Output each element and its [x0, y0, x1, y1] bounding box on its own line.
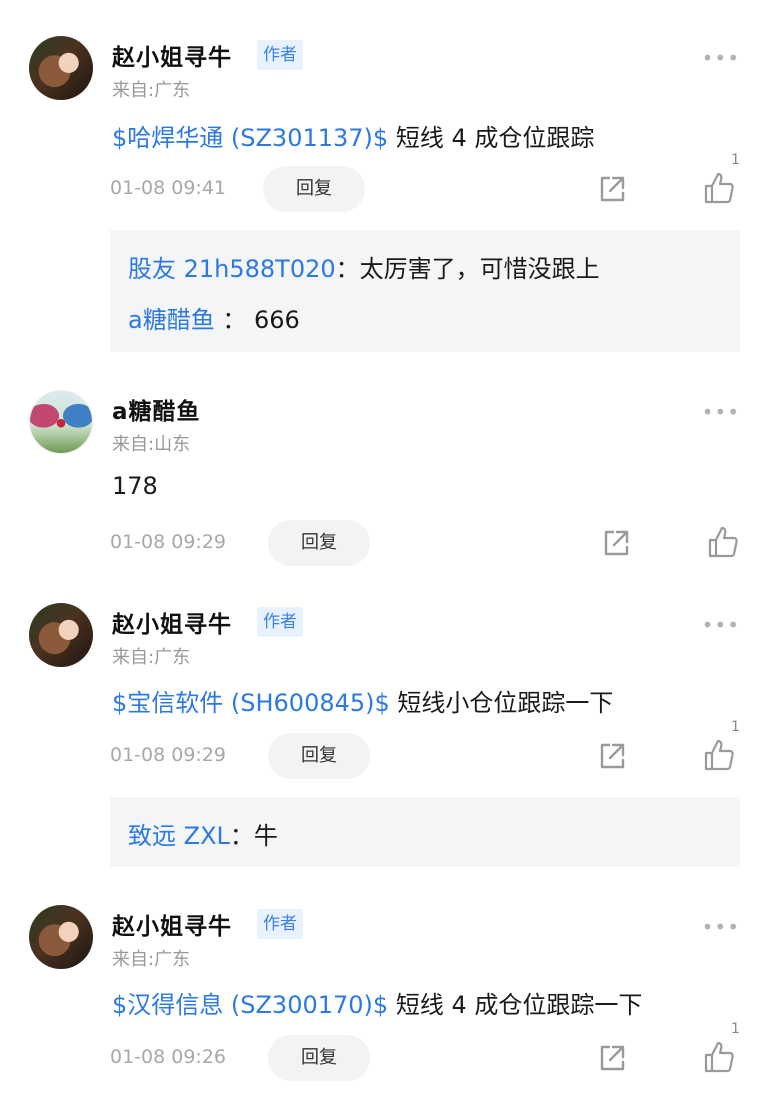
- username[interactable]: 赵小姐寻牛: [112, 907, 232, 941]
- location-text: 来自:广东: [112, 647, 191, 668]
- thumbs-up-icon[interactable]: [707, 525, 739, 559]
- author-badge: 作者: [257, 607, 303, 637]
- reply-text: 牛: [253, 822, 278, 850]
- share-icon[interactable]: [596, 173, 628, 205]
- author-badge: 作者: [257, 40, 303, 70]
- reply-item[interactable]: 股友 21h588T020：太厉害了，可惜没跟上: [128, 249, 600, 284]
- thumbs-up-icon[interactable]: [703, 1040, 735, 1074]
- comment-card: a糖醋鱼 来自:山东 ••• 178 01-08 09:29 回复: [0, 390, 768, 580]
- stock-link[interactable]: $宝信软件 (SH600845)$: [112, 689, 390, 717]
- more-icon[interactable]: •••: [702, 613, 740, 637]
- comment-content: $汉得信息 (SZ300170)$ 短线 4 成仓位跟踪一下: [112, 985, 642, 1020]
- like-count: 1: [731, 152, 740, 168]
- reply-button[interactable]: 回复: [268, 520, 370, 566]
- username[interactable]: 赵小姐寻牛: [112, 605, 232, 639]
- reply-separator: ：: [214, 306, 247, 334]
- reply-username[interactable]: 致远 ZXL: [128, 822, 230, 850]
- reply-thread[interactable]: 股友 21h588T020：太厉害了，可惜没跟上 a糖醋鱼 ： 666: [110, 230, 740, 352]
- timestamp: 01-08 09:29: [110, 744, 227, 766]
- reply-button[interactable]: 回复: [263, 166, 365, 212]
- comment-text: 短线 4 成仓位跟踪一下: [388, 991, 643, 1019]
- location-text: 来自:广东: [112, 949, 191, 970]
- reply-button[interactable]: 回复: [268, 1035, 370, 1081]
- location-text: 来自:山东: [112, 434, 191, 455]
- comment-card: 赵小姐寻牛 作者 来自:广东 ••• $宝信软件 (SH600845)$ 短线小…: [0, 603, 768, 873]
- more-icon[interactable]: •••: [702, 915, 740, 939]
- comment-meta: 01-08 09:41 回复 1: [0, 152, 768, 212]
- comment-card: 赵小姐寻牛 作者 来自:广东 ••• $汉得信息 (SZ300170)$ 短线 …: [0, 905, 768, 1100]
- share-icon[interactable]: [600, 527, 632, 559]
- share-icon[interactable]: [596, 740, 628, 772]
- comment-meta: 01-08 09:29 回复 1: [0, 719, 768, 779]
- avatar[interactable]: [29, 390, 93, 454]
- timestamp: 01-08 09:26: [110, 1046, 227, 1068]
- reply-thread[interactable]: 致远 ZXL：牛: [110, 797, 740, 867]
- reply-username[interactable]: a糖醋鱼: [128, 306, 215, 334]
- username[interactable]: 赵小姐寻牛: [112, 38, 232, 72]
- comment-text: 178: [112, 472, 158, 500]
- reply-item[interactable]: a糖醋鱼 ： 666: [128, 300, 300, 335]
- reply-item[interactable]: 致远 ZXL：牛: [128, 816, 278, 851]
- share-icon[interactable]: [596, 1042, 628, 1074]
- stock-link[interactable]: $汉得信息 (SZ300170)$: [112, 991, 388, 1019]
- comment-content: $宝信软件 (SH600845)$ 短线小仓位跟踪一下: [112, 683, 613, 718]
- avatar[interactable]: [29, 603, 93, 667]
- reply-separator: ：: [229, 822, 254, 850]
- reply-username[interactable]: 股友 21h588T020: [128, 255, 336, 283]
- timestamp: 01-08 09:41: [110, 177, 227, 199]
- avatar[interactable]: [29, 905, 93, 969]
- reply-separator: ：: [335, 255, 360, 283]
- author-badge: 作者: [257, 909, 303, 939]
- comment-meta: 01-08 09:29 回复: [0, 520, 768, 566]
- comment-content: $哈焊华通 (SZ301137)$ 短线 4 成仓位跟踪: [112, 118, 594, 153]
- comment-text: 短线 4 成仓位跟踪: [388, 124, 595, 152]
- like-count: 1: [731, 1021, 740, 1037]
- thumbs-up-icon[interactable]: [703, 738, 735, 772]
- reply-text: 666: [246, 306, 300, 334]
- avatar[interactable]: [29, 36, 93, 100]
- username[interactable]: a糖醋鱼: [112, 392, 201, 426]
- more-icon[interactable]: •••: [702, 400, 740, 424]
- more-icon[interactable]: •••: [702, 46, 740, 70]
- comment-card: 赵小姐寻牛 作者 来自:广东 ••• $哈焊华通 (SZ301137)$ 短线 …: [0, 36, 768, 356]
- timestamp: 01-08 09:29: [110, 531, 227, 553]
- comment-text: 短线小仓位跟踪一下: [389, 689, 614, 717]
- stock-link[interactable]: $哈焊华通 (SZ301137)$: [112, 124, 388, 152]
- reply-button[interactable]: 回复: [268, 733, 370, 779]
- like-count: 1: [731, 719, 740, 735]
- thumbs-up-icon[interactable]: [703, 171, 735, 205]
- comment-meta: 01-08 09:26 回复 1: [0, 1021, 768, 1081]
- reply-text: 太厉害了，可惜没跟上: [359, 255, 600, 283]
- location-text: 来自:广东: [112, 80, 191, 101]
